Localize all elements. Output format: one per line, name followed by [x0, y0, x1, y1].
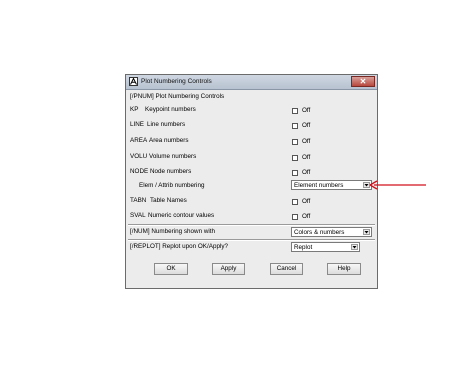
row-code-tabn: TABN [130, 197, 147, 204]
contour-values-state: Off [302, 213, 311, 220]
close-button[interactable]: ✕ [351, 76, 375, 87]
replot-select[interactable]: Replot [291, 242, 360, 252]
title-bar[interactable]: Plot Numbering Controls ✕ [126, 75, 377, 90]
row-label-sval: Numeric contour values [148, 212, 215, 219]
table-names-checkbox[interactable] [292, 199, 298, 205]
volume-numbers-checkbox[interactable] [292, 155, 298, 161]
row-label-area: Area numbers [149, 137, 189, 144]
annotation-arrow-icon [369, 180, 426, 190]
replot-value: Replot [294, 244, 313, 251]
table-names-state: Off [302, 198, 311, 205]
row-label-kp: Keypoint numbers [145, 106, 196, 113]
keypoint-numbers-state: Off [302, 107, 311, 114]
row-code-line: LINE [130, 121, 144, 128]
row-code-volu: VOLU [130, 153, 148, 160]
elem-attrib-select[interactable]: Element numbers [291, 180, 372, 190]
row-code-node: NODE [130, 168, 149, 175]
separator [128, 224, 375, 226]
replot-label: [/REPLOT] Replot upon OK/Apply? [130, 243, 229, 250]
row-label-volu: Volume numbers [149, 153, 197, 160]
row-code-kp: KP [130, 106, 139, 113]
window-title: Plot Numbering Controls [141, 78, 212, 85]
chevron-down-icon [363, 229, 370, 235]
row-label-tabn: Table Names [150, 197, 187, 204]
row-label-node: Node numbers [150, 168, 192, 175]
ansys-icon [129, 77, 138, 86]
close-icon: ✕ [359, 77, 367, 86]
node-numbers-state: Off [302, 169, 311, 176]
line-numbers-state: Off [302, 122, 311, 129]
row-label-line: Line numbers [147, 121, 186, 128]
area-numbers-state: Off [302, 138, 311, 145]
cancel-button[interactable]: Cancel [270, 263, 303, 275]
apply-button[interactable]: Apply [212, 263, 245, 275]
numbering-shown-select[interactable]: Colors & numbers [291, 227, 372, 237]
elem-attrib-label: Elem / Attrib numbering [139, 182, 205, 189]
numbering-shown-value: Colors & numbers [294, 229, 345, 236]
keypoint-numbers-checkbox[interactable] [292, 108, 298, 114]
help-button[interactable]: Help [327, 263, 361, 275]
num-label: [/NUM] Numbering shown with [130, 228, 216, 235]
row-code-sval: SVAL [130, 212, 146, 219]
ok-button[interactable]: OK [154, 263, 188, 275]
separator [128, 239, 375, 241]
elem-attrib-value: Element numbers [294, 182, 344, 189]
contour-values-checkbox[interactable] [292, 214, 298, 220]
volume-numbers-state: Off [302, 154, 311, 161]
area-numbers-checkbox[interactable] [292, 139, 298, 145]
line-numbers-checkbox[interactable] [292, 123, 298, 129]
node-numbers-checkbox[interactable] [292, 170, 298, 176]
section-heading-pnum: [/PNUM] Plot Numbering Controls [130, 93, 225, 100]
chevron-down-icon [351, 244, 358, 250]
row-code-area: AREA [130, 137, 148, 144]
plot-numbering-dialog: Plot Numbering Controls ✕ [/PNUM] Plot N… [125, 74, 378, 289]
